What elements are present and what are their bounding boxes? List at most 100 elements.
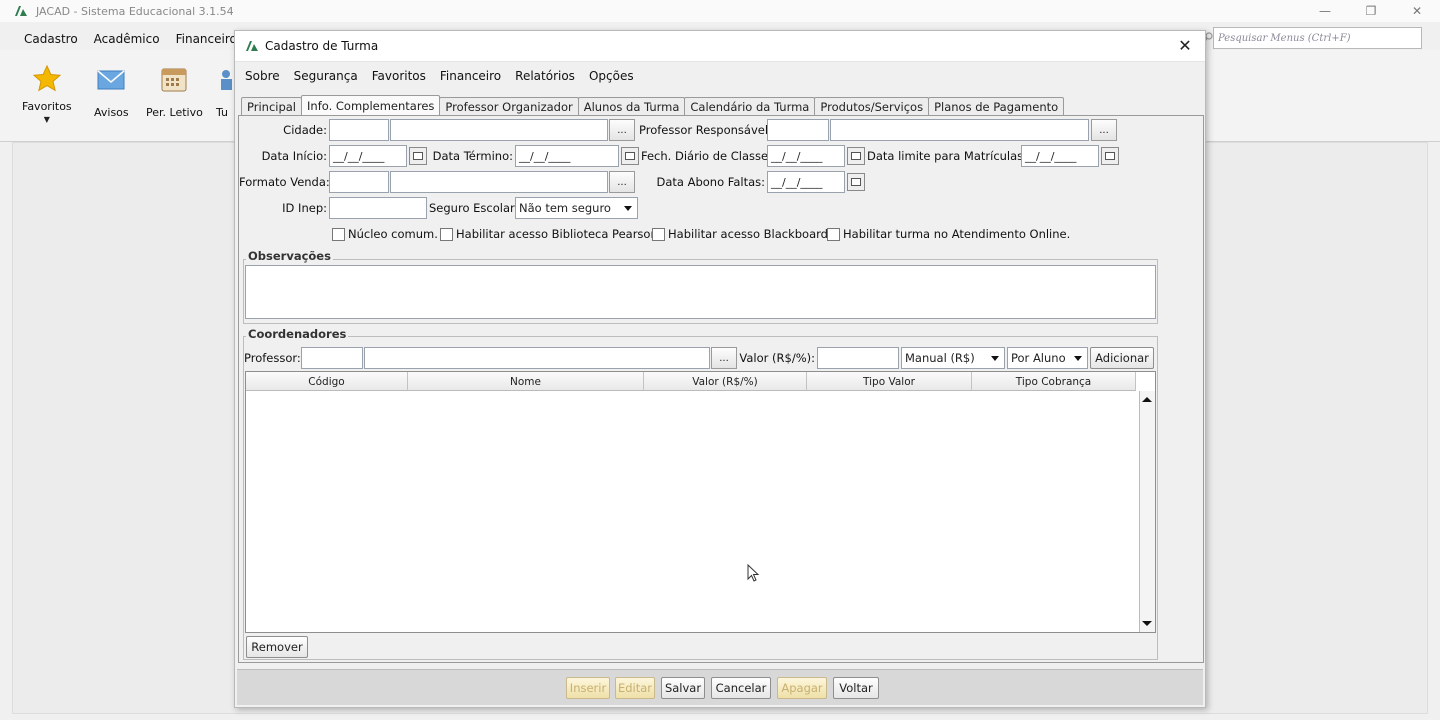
scroll-down-arrow-icon[interactable] xyxy=(1142,621,1152,626)
biblioteca-pearson-checkbox[interactable] xyxy=(440,228,453,241)
menu-financeiro[interactable]: Financeiro xyxy=(176,32,237,46)
cancelar-button[interactable]: Cancelar xyxy=(711,677,771,699)
tab-panel: Cidade: ... Professor Responsável: ... D… xyxy=(238,115,1204,663)
toolbar-avisos-button[interactable]: Avisos xyxy=(94,64,129,119)
data-limite-label: Data limite para Matrículas: xyxy=(867,149,1028,163)
professor-responsavel-search-button[interactable]: ... xyxy=(1091,119,1117,141)
menu-relatorios[interactable]: Relatórios xyxy=(515,69,575,83)
cidade-search-button[interactable]: ... xyxy=(609,119,635,141)
blackboard-checkbox[interactable] xyxy=(652,228,665,241)
menu-cadastro[interactable]: Cadastro xyxy=(24,32,78,46)
nucleo-comum-label: Núcleo comum. xyxy=(348,227,438,241)
formato-venda-search-button[interactable]: ... xyxy=(609,171,635,193)
data-limite-calendar-button[interactable] xyxy=(1101,147,1119,165)
dialog-title-bar: Cadastro de Turma ✕ xyxy=(235,31,1205,61)
mail-icon xyxy=(96,64,126,94)
minimize-button[interactable]: — xyxy=(1302,0,1348,22)
column-valor[interactable]: Valor (R$/%) xyxy=(644,372,807,391)
tab-info-complementares[interactable]: Info. Complementares xyxy=(301,95,441,115)
column-nome[interactable]: Nome xyxy=(408,372,644,391)
salvar-button[interactable]: Salvar xyxy=(661,677,705,699)
tab-professor-organizador[interactable]: Professor Organizador xyxy=(439,97,579,115)
seguro-escolar-select[interactable]: Não tem seguro xyxy=(515,197,638,219)
menu-financeiro[interactable]: Financeiro xyxy=(440,69,501,83)
data-abono-input[interactable]: __/__/____ xyxy=(767,171,845,193)
data-inicio-calendar-button[interactable] xyxy=(409,147,427,165)
coordenador-professor-code-input[interactable] xyxy=(301,347,363,369)
professor-label: Professor: xyxy=(244,351,301,365)
scroll-up-arrow-icon[interactable] xyxy=(1142,397,1152,402)
column-codigo[interactable]: Código xyxy=(246,372,408,391)
calendar-icon xyxy=(413,152,423,160)
professor-responsavel-code-input[interactable] xyxy=(767,119,829,141)
tab-planos-pagamento[interactable]: Planos de Pagamento xyxy=(928,97,1065,115)
calendar-icon xyxy=(159,64,189,94)
toolbar-turmas-button[interactable]: Tu xyxy=(212,64,232,119)
apagar-button[interactable]: Apagar xyxy=(777,677,827,699)
calendar-icon xyxy=(851,178,861,186)
tab-principal[interactable]: Principal xyxy=(241,97,303,115)
formato-venda-label: Formato Venda: xyxy=(239,175,330,189)
menu-opcoes[interactable]: Opções xyxy=(589,69,634,83)
data-inicio-input[interactable]: __/__/____ xyxy=(329,145,407,167)
tab-alunos-turma[interactable]: Alunos da Turma xyxy=(577,97,686,115)
editar-button[interactable]: Editar xyxy=(615,677,655,699)
toolbar-label: Per. Letivo xyxy=(146,106,203,119)
search-placeholder: Pesquisar Menus (Ctrl+F) xyxy=(1218,32,1351,44)
chevron-down-icon xyxy=(624,205,632,211)
atendimento-online-checkbox[interactable] xyxy=(827,228,840,241)
remover-button[interactable]: Remover xyxy=(246,636,308,658)
formato-venda-code-input[interactable] xyxy=(329,171,389,193)
tipo-valor-value: Manual (R$) xyxy=(905,351,975,365)
close-icon[interactable]: ✕ xyxy=(1175,36,1195,55)
coordenador-professor-search-button[interactable]: ... xyxy=(711,347,737,369)
inserir-button[interactable]: Inserir xyxy=(566,677,610,699)
fech-diario-calendar-button[interactable] xyxy=(847,147,865,165)
data-termino-input[interactable]: __/__/____ xyxy=(515,145,619,167)
menu-academico[interactable]: Acadêmico xyxy=(94,32,160,46)
observacoes-textarea[interactable] xyxy=(245,265,1156,319)
close-window-button[interactable]: ✕ xyxy=(1394,0,1440,22)
valor-input[interactable] xyxy=(817,347,899,369)
nucleo-comum-checkbox[interactable] xyxy=(332,228,345,241)
cadastro-turma-dialog: Cadastro de Turma ✕ Sobre Segurança Favo… xyxy=(234,30,1206,708)
search-menus-input[interactable]: Pesquisar Menus (Ctrl+F) xyxy=(1213,27,1422,49)
app-title: JACAD - Sistema Educacional 3.1.54 xyxy=(36,4,234,18)
toolbar-favoritos-button[interactable]: Favoritos ▼ xyxy=(22,64,72,124)
data-abono-calendar-button[interactable] xyxy=(847,173,865,191)
calendar-icon xyxy=(851,152,861,160)
atendimento-online-label: Habilitar turma no Atendimento Online. xyxy=(843,227,1071,241)
coordenador-professor-name-input[interactable] xyxy=(364,347,710,369)
coordenadores-table: Código Nome Valor (R$/%) Tipo Valor Tipo… xyxy=(245,371,1156,633)
observacoes-title: Observações xyxy=(246,249,333,263)
fech-diario-label: Fech. Diário de Classe: xyxy=(641,149,772,163)
tipo-cobranca-select[interactable]: Por Aluno xyxy=(1007,347,1088,369)
formato-venda-name-input[interactable] xyxy=(390,171,608,193)
tab-calendario-turma[interactable]: Calendário da Turma xyxy=(684,97,816,115)
column-tipo-valor[interactable]: Tipo Valor xyxy=(807,372,972,391)
toolbar-per-letivo-button[interactable]: Per. Letivo xyxy=(146,64,203,119)
menu-favoritos[interactable]: Favoritos xyxy=(372,69,426,83)
cidade-code-input[interactable] xyxy=(329,119,389,141)
tab-produtos-servicos[interactable]: Produtos/Serviços xyxy=(814,97,930,115)
data-termino-calendar-button[interactable] xyxy=(621,147,639,165)
column-tipo-cobranca[interactable]: Tipo Cobrança xyxy=(972,372,1136,391)
table-vertical-scrollbar[interactable] xyxy=(1139,391,1155,632)
adicionar-button[interactable]: Adicionar xyxy=(1090,347,1154,369)
voltar-button[interactable]: Voltar xyxy=(833,677,879,699)
people-icon xyxy=(212,64,232,94)
chevron-down-icon: ▼ xyxy=(43,115,50,124)
data-limite-input[interactable]: __/__/____ xyxy=(1021,145,1099,167)
fech-diario-input[interactable]: __/__/____ xyxy=(767,145,845,167)
menu-seguranca[interactable]: Segurança xyxy=(294,69,358,83)
tipo-cobranca-value: Por Aluno xyxy=(1011,351,1066,365)
professor-responsavel-name-input[interactable] xyxy=(830,119,1089,141)
tipo-valor-select[interactable]: Manual (R$) xyxy=(901,347,1005,369)
cidade-name-input[interactable] xyxy=(390,119,608,141)
cidade-label: Cidade: xyxy=(283,123,327,137)
menu-sobre[interactable]: Sobre xyxy=(245,69,280,83)
action-bar: Inserir Editar Salvar Cancelar Apagar Vo… xyxy=(237,669,1203,705)
maximize-button[interactable]: ❐ xyxy=(1348,0,1394,22)
seguro-escolar-label: Seguro Escolar: xyxy=(429,201,519,215)
id-inep-input[interactable] xyxy=(329,197,427,219)
